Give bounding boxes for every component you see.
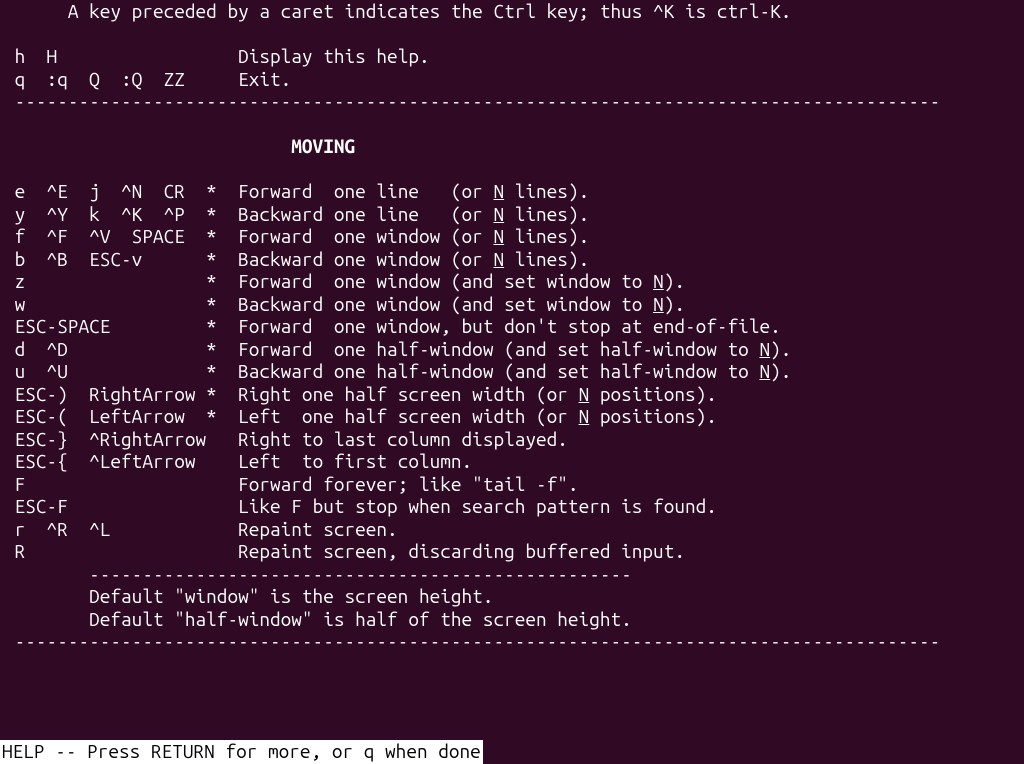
command-keys: ESC-( LeftArrow * xyxy=(4,405,217,427)
divider-bottom: ----------------------------------------… xyxy=(0,630,1024,653)
command-desc-tail: ). xyxy=(664,270,685,292)
help-command-row: h H Display this help. xyxy=(0,45,1024,68)
command-keys: b ^B ESC-v * xyxy=(4,248,217,270)
help-spacer xyxy=(57,45,238,67)
moving-row: ESC-( LeftArrow * Left one half screen w… xyxy=(0,405,1024,428)
default-half-window-note: Default "half-window" is half of the scr… xyxy=(0,608,1024,631)
command-desc: Forward forever; like "tail -f". xyxy=(217,473,579,495)
command-keys: R xyxy=(4,540,217,562)
moving-row: y ^Y k ^K ^P * Backward one line (or N l… xyxy=(0,203,1024,226)
command-keys: F xyxy=(4,473,217,495)
sub-divider: ----------------------------------------… xyxy=(0,563,1024,586)
section-header-moving: MOVING xyxy=(291,135,355,157)
moving-row: ESC-F Like F but stop when search patter… xyxy=(0,495,1024,518)
count-placeholder: N xyxy=(493,225,504,247)
command-desc-tail: lines). xyxy=(504,203,589,225)
moving-row: f ^F ^V SPACE * Forward one window (or N… xyxy=(0,225,1024,248)
command-keys: w * xyxy=(4,293,217,315)
quit-spacer xyxy=(185,68,238,90)
command-desc-tail: lines). xyxy=(504,248,589,270)
command-desc-tail: positions). xyxy=(589,383,717,405)
help-desc: Display this help. xyxy=(238,45,430,67)
command-desc-tail: lines). xyxy=(504,180,589,202)
command-desc-tail: ). xyxy=(770,360,791,382)
blank-line xyxy=(0,23,1024,46)
command-keys: r ^R ^L xyxy=(4,518,217,540)
terminal-viewport[interactable]: A key preceded by a caret indicates the … xyxy=(0,0,1024,764)
command-keys: u ^U * xyxy=(4,360,217,382)
command-desc: Forward one window, but don't stop at en… xyxy=(217,315,781,337)
count-placeholder: N xyxy=(653,293,664,315)
moving-row: ESC-SPACE * Forward one window, but don'… xyxy=(0,315,1024,338)
moving-commands-list: e ^E j ^N CR * Forward one line (or N li… xyxy=(0,180,1024,563)
command-desc: Left to first column. xyxy=(217,450,472,472)
count-placeholder: N xyxy=(493,248,504,270)
moving-row: e ^E j ^N CR * Forward one line (or N li… xyxy=(0,180,1024,203)
count-placeholder: N xyxy=(493,203,504,225)
command-keys: z * xyxy=(4,270,217,292)
moving-row: z * Forward one window (and set window t… xyxy=(0,270,1024,293)
moving-row: ESC-} ^RightArrow Right to last column d… xyxy=(0,428,1024,451)
count-placeholder: N xyxy=(759,360,770,382)
default-window-note: Default "window" is the screen height. xyxy=(0,585,1024,608)
quit-command-row: q :q Q :Q ZZ Exit. xyxy=(0,68,1024,91)
command-desc: Forward one window (and set window to xyxy=(217,270,653,292)
caret-explanation: A key preceded by a caret indicates the … xyxy=(0,0,1024,23)
command-desc: Left one half screen width (or xyxy=(217,405,579,427)
moving-row: u ^U * Backward one half-window (and set… xyxy=(0,360,1024,383)
help-status-bar: HELP -- Press RETURN for more, or q when… xyxy=(0,740,483,764)
section-header-pad xyxy=(4,135,291,157)
section-header-row: MOVING xyxy=(0,135,1024,158)
command-desc: Repaint screen, discarding buffered inpu… xyxy=(217,540,685,562)
moving-row: ESC-{ ^LeftArrow Left to first column. xyxy=(0,450,1024,473)
command-desc: Forward one line (or xyxy=(217,180,494,202)
command-keys: e ^E j ^N CR * xyxy=(4,180,217,202)
moving-row: b ^B ESC-v * Backward one window (or N l… xyxy=(0,248,1024,271)
command-desc: Forward one window (or xyxy=(217,225,494,247)
command-desc: Right one half screen width (or xyxy=(217,383,579,405)
count-placeholder: N xyxy=(759,338,770,360)
help-keys: h H xyxy=(4,45,57,67)
command-keys: d ^D * xyxy=(4,338,217,360)
command-desc: Backward one window (or xyxy=(217,248,494,270)
moving-row: ESC-) RightArrow * Right one half screen… xyxy=(0,383,1024,406)
command-desc: Right to last column displayed. xyxy=(217,428,568,450)
command-desc: Repaint screen. xyxy=(217,518,398,540)
command-desc: Backward one half-window (and set half-w… xyxy=(217,360,760,382)
command-keys: ESC-} ^RightArrow xyxy=(4,428,217,450)
command-desc-tail: positions). xyxy=(589,405,717,427)
moving-row: w * Backward one window (and set window … xyxy=(0,293,1024,316)
quit-keys: q :q Q :Q ZZ xyxy=(4,68,185,90)
count-placeholder: N xyxy=(493,180,504,202)
count-placeholder: N xyxy=(579,405,590,427)
command-desc: Like F but stop when search pattern is f… xyxy=(217,495,717,517)
count-placeholder: N xyxy=(653,270,664,292)
command-desc-tail: ). xyxy=(770,338,791,360)
command-keys: ESC-) RightArrow * xyxy=(4,383,217,405)
command-desc-tail: lines). xyxy=(504,225,589,247)
command-desc: Backward one window (and set window to xyxy=(217,293,653,315)
moving-row: F Forward forever; like "tail -f". xyxy=(0,473,1024,496)
command-keys: ESC-F xyxy=(4,495,217,517)
quit-desc: Exit. xyxy=(238,68,291,90)
count-placeholder: N xyxy=(579,383,590,405)
command-desc-tail: ). xyxy=(664,293,685,315)
command-desc: Forward one half-window (and set half-wi… xyxy=(217,338,760,360)
command-keys: y ^Y k ^K ^P * xyxy=(4,203,217,225)
moving-row: r ^R ^L Repaint screen. xyxy=(0,518,1024,541)
blank-line xyxy=(0,113,1024,136)
command-desc: Backward one line (or xyxy=(217,203,494,225)
divider: ----------------------------------------… xyxy=(0,90,1024,113)
command-keys: ESC-{ ^LeftArrow xyxy=(4,450,217,472)
blank-line xyxy=(0,158,1024,181)
command-keys: ESC-SPACE * xyxy=(4,315,217,337)
moving-row: d ^D * Forward one half-window (and set … xyxy=(0,338,1024,361)
moving-row: R Repaint screen, discarding buffered in… xyxy=(0,540,1024,563)
command-keys: f ^F ^V SPACE * xyxy=(4,225,217,247)
